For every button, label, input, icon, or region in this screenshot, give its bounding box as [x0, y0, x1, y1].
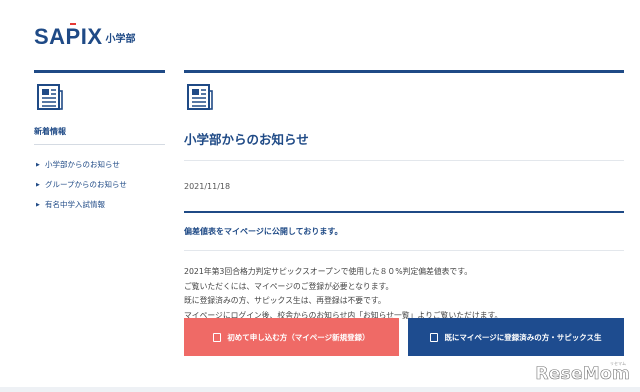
registered-user-label: 既にマイページに登録済みの方・サピックス生 [444, 332, 602, 342]
chevron-right-icon: ▶ [36, 202, 40, 208]
page-title: 小学部からのお知らせ [184, 129, 624, 161]
sidebar-top-bar [34, 70, 165, 73]
new-registration-label: 初めて申し込む方（マイページ新規登録） [227, 332, 370, 342]
sidebar-item-label: 小学部からのお知らせ [45, 160, 120, 169]
sidebar-item-school-news[interactable]: ▶ 小学部からのお知らせ [34, 155, 165, 175]
registered-user-button[interactable]: 既にマイページに登録済みの方・サピックス生 [408, 318, 624, 356]
post-date: 2021/11/18 [184, 182, 231, 191]
sidebar-title: 新着情報 [34, 126, 165, 145]
newspaper-icon [187, 84, 213, 110]
sapix-logo[interactable]: SAPIX 小学部 [34, 24, 136, 48]
window-icon [430, 332, 439, 342]
chevron-right-icon: ▶ [36, 162, 40, 168]
sidebar-item-label: グループからのお知らせ [45, 180, 127, 189]
logo-accent-mark [70, 23, 76, 25]
footer-strip [0, 387, 640, 392]
new-registration-button[interactable]: 初めて申し込む方（マイページ新規登録） [184, 318, 399, 356]
resemom-watermark: ReseMom [535, 364, 630, 385]
sidebar-item-exam-info[interactable]: ▶ 有名中学入試情報 [34, 195, 165, 215]
logo-text: SAPIX [34, 24, 103, 49]
main-content: 小学部からのお知らせ 2021/11/18 偏差値表をマイページに公開しておりま… [184, 70, 624, 323]
notice-body: 2021年第3回合格力判定サピックスオープンで使用した８０%判定偏差値表です。 … [184, 265, 624, 323]
body-line: ご覧いただくには、マイページのご登録が必要となります。 [184, 281, 394, 291]
body-line: 2021年第3回合格力判定サピックスオープンで使用した８０%判定偏差値表です。 [184, 267, 473, 276]
logo-subtitle: 小学部 [105, 34, 136, 45]
chevron-right-icon: ▶ [36, 182, 40, 188]
body-line: 既に登録済みの方、サピックス生は、再登録は不要です。 [184, 296, 386, 305]
main-top-bar [184, 70, 624, 73]
window-icon [213, 332, 222, 342]
sidebar: 新着情報 ▶ 小学部からのお知らせ ▶ グループからのお知らせ ▶ 有名中学入試… [34, 70, 165, 215]
sidebar-nav: ▶ 小学部からのお知らせ ▶ グループからのお知らせ ▶ 有名中学入試情報 [34, 155, 165, 215]
newspaper-icon [37, 84, 63, 110]
sidebar-item-group-news[interactable]: ▶ グループからのお知らせ [34, 175, 165, 195]
notice-heading: 偏差値表をマイページに公開しております。 [184, 213, 624, 251]
sidebar-item-label: 有名中学入試情報 [45, 200, 105, 209]
